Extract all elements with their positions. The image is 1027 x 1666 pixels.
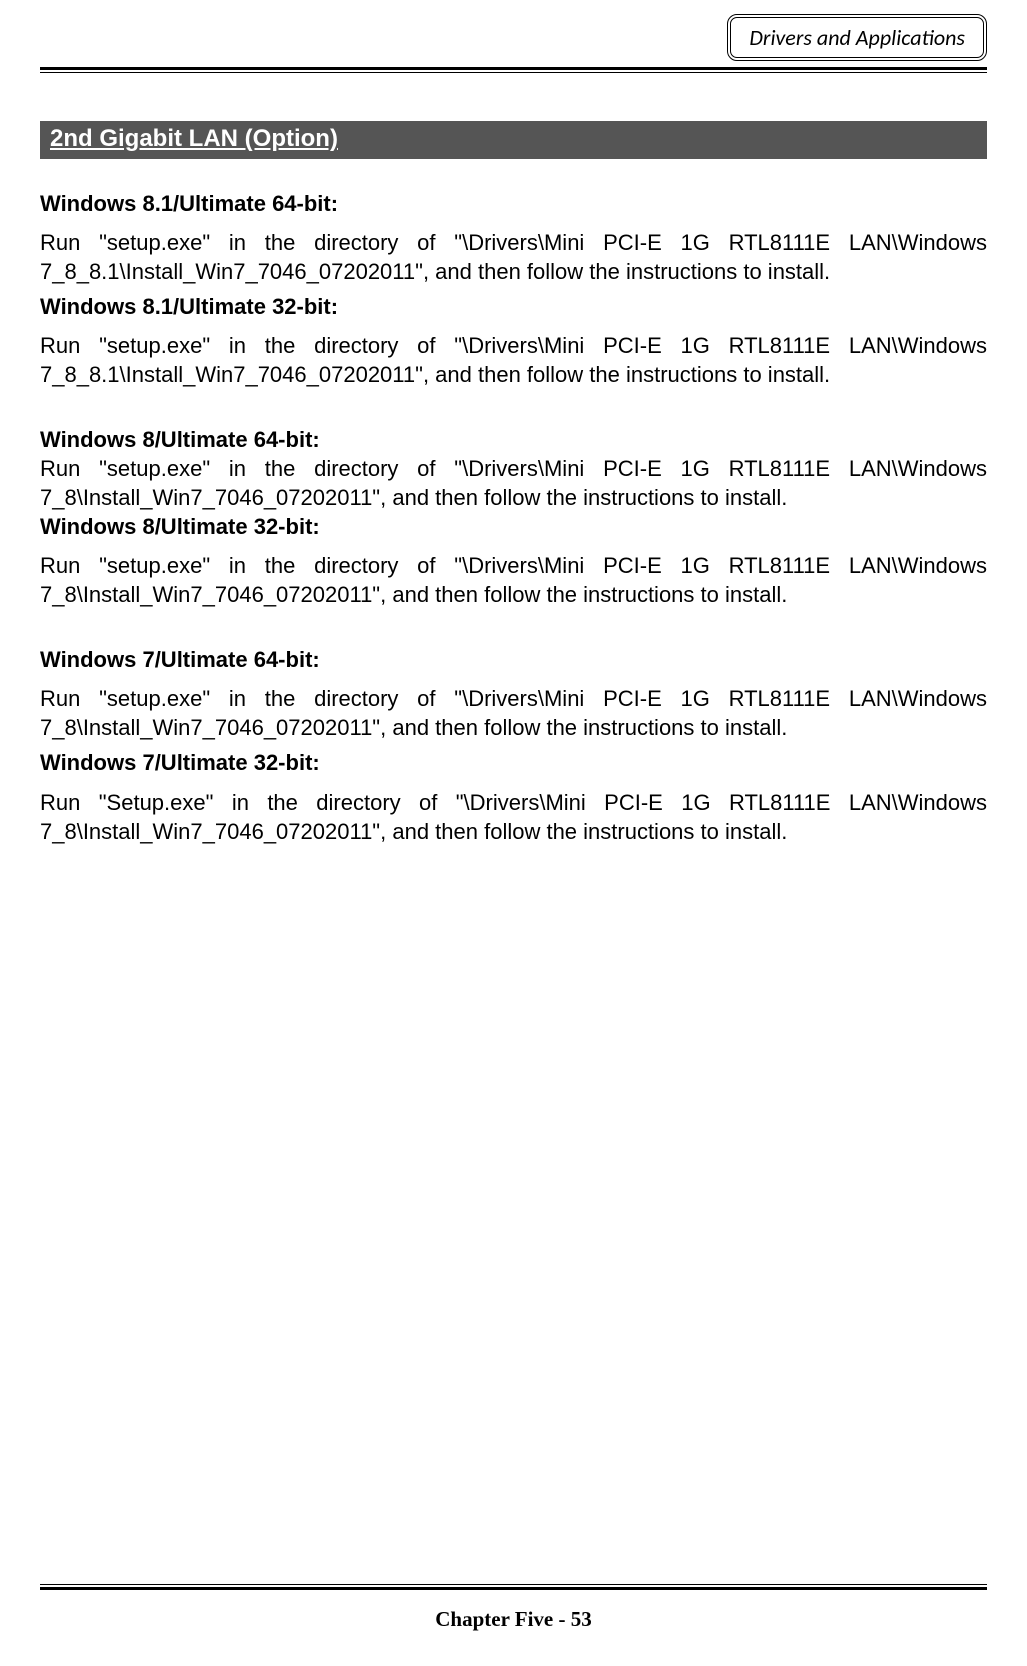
section-title: 2nd Gigabit LAN (Option) [40,121,987,159]
entry-body: Run "Setup.exe" in the directory of "\Dr… [40,788,987,846]
entry-heading: Windows 8.1/Ultimate 32-bit: [40,292,987,321]
bottom-rule [40,1584,987,1590]
entry-body: Run "setup.exe" in the directory of "\Dr… [40,551,987,609]
entry-heading: Windows 7/Ultimate 32-bit: [40,748,987,777]
content-body: Windows 8.1/Ultimate 64-bit: Run "setup.… [40,189,987,846]
entry-heading: Windows 8.1/Ultimate 64-bit: [40,189,987,218]
entry-body: Run "setup.exe" in the directory of "\Dr… [40,454,987,512]
entry-heading: Windows 8/Ultimate 32-bit: [40,512,987,541]
entry-body: Run "setup.exe" in the directory of "\Dr… [40,684,987,742]
entry-body: Run "setup.exe" in the directory of "\Dr… [40,228,987,286]
entry-body: Run "setup.exe" in the directory of "\Dr… [40,331,987,389]
entry-heading: Windows 7/Ultimate 64-bit: [40,645,987,674]
page-footer: Chapter Five - 53 [0,1607,1027,1632]
top-rule [40,67,987,73]
header-tag: Drivers and Applications [727,14,987,61]
entry-heading: Windows 8/Ultimate 64-bit: [40,425,987,454]
